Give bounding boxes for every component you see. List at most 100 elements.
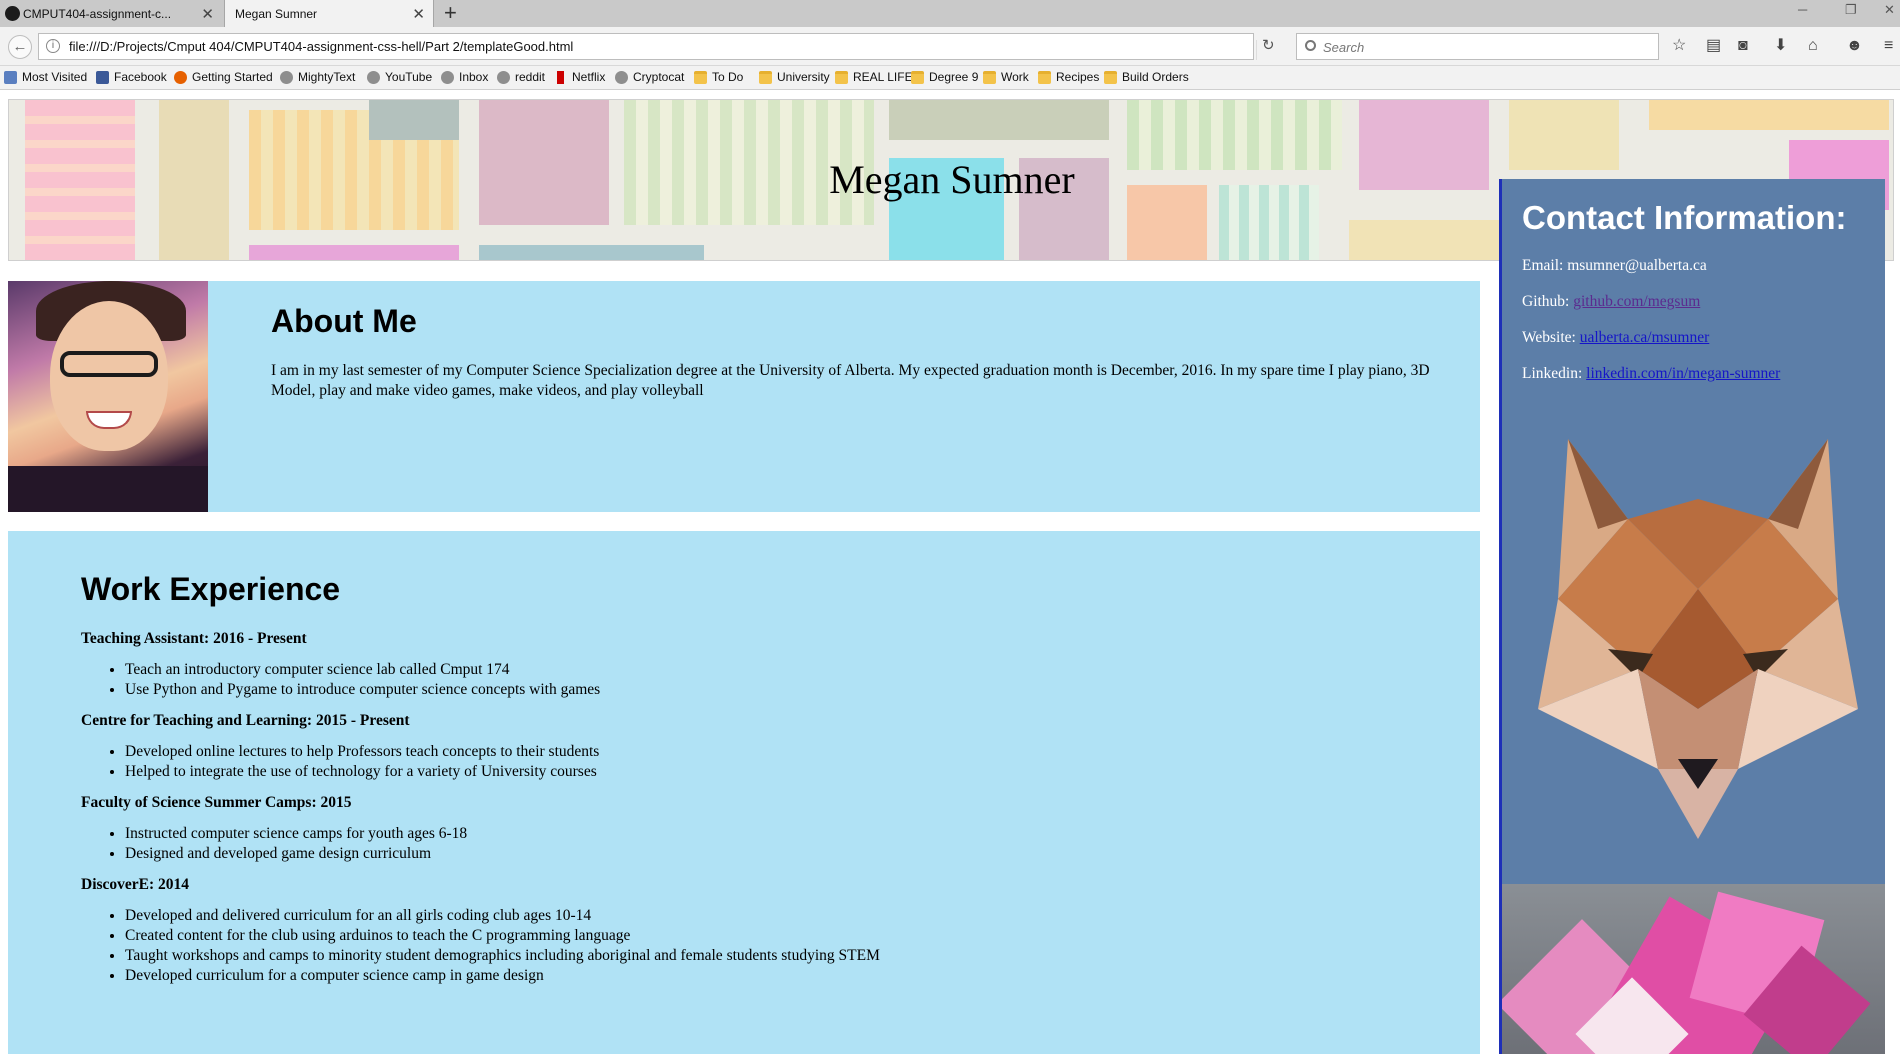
- contact-sidebar: Contact Information: Email: msumner@ualb…: [1499, 179, 1885, 1054]
- new-tab-icon[interactable]: +: [444, 1, 457, 25]
- job-duty: Designed and developed game design curri…: [125, 844, 1381, 864]
- bookmark-label: Recipes: [1056, 70, 1100, 84]
- github-link[interactable]: github.com/megsum: [1573, 293, 1700, 310]
- tab-strip: CMPUT404-assignment-c... ✕ Megan Sumner …: [0, 0, 1900, 27]
- banner-decor: [369, 100, 459, 140]
- website-link[interactable]: ualberta.ca/msumner: [1580, 329, 1710, 346]
- job-list: Teaching Assistant: 2016 - Present Teach…: [81, 629, 1381, 997]
- close-window-icon[interactable]: ✕: [1884, 2, 1895, 18]
- menu-icon[interactable]: ≡: [1884, 37, 1893, 55]
- bookmark-label: MightyText: [298, 70, 356, 84]
- globe-icon: [367, 70, 380, 84]
- bookmark-most-visited[interactable]: Most Visited: [4, 70, 87, 84]
- job-entry: DiscoverE: 2014 Developed and delivered …: [81, 875, 1381, 986]
- bookmark-label: REAL LIFE: [853, 70, 913, 84]
- bookmark-build-orders[interactable]: Build Orders: [1104, 70, 1189, 84]
- tab-github[interactable]: CMPUT404-assignment-c... ✕: [0, 0, 222, 27]
- bookmark-youtube[interactable]: YouTube: [367, 70, 432, 84]
- bookmark-label: YouTube: [385, 70, 433, 84]
- reload-icon[interactable]: ↻: [1262, 36, 1275, 54]
- bookmark-to-do[interactable]: To Do: [694, 70, 743, 84]
- banner-decor: [889, 100, 1109, 140]
- folder-icon: [1038, 70, 1051, 84]
- folder-icon: [983, 70, 996, 84]
- folder-icon: [694, 70, 707, 84]
- linkedin-link[interactable]: linkedin.com/in/megan-sumner: [1586, 365, 1780, 382]
- bookmark-star-icon[interactable]: ☆: [1672, 37, 1686, 55]
- bookmark-label: To Do: [712, 70, 744, 84]
- bookmark-getting-started[interactable]: Getting Started: [174, 70, 273, 84]
- job-duty: Developed and delivered curriculum for a…: [125, 906, 1381, 926]
- job-duty: Use Python and Pygame to introduce compu…: [125, 680, 1381, 700]
- minimize-icon[interactable]: ─: [1798, 2, 1807, 17]
- info-icon[interactable]: i: [46, 39, 60, 53]
- bookmarks-bar: Most Visited Facebook Getting Started Mi…: [0, 66, 1900, 90]
- website-label: Website:: [1522, 329, 1576, 346]
- github-label: Github:: [1522, 293, 1570, 310]
- close-tab-icon[interactable]: ✕: [412, 5, 425, 23]
- bookmark-label: Degree 9: [929, 70, 979, 84]
- restore-icon[interactable]: ❐: [1845, 2, 1857, 18]
- job-title: Faculty of Science Summer Camps: 2015: [81, 794, 352, 811]
- job-duty: Developed curriculum for a computer scie…: [125, 966, 1381, 986]
- job-duty: Created content for the club using ardui…: [125, 926, 1381, 946]
- bookmark-facebook[interactable]: Facebook: [96, 70, 167, 84]
- bookmark-label: Getting Started: [192, 70, 273, 84]
- bookmark-inbox[interactable]: Inbox: [441, 70, 488, 84]
- email-value: msumner@ualberta.ca: [1567, 257, 1707, 274]
- about-heading: About Me: [271, 303, 417, 339]
- about-text: I am in my last semester of my Computer …: [271, 362, 1430, 399]
- job-title: Centre for Teaching and Learning: 2015 -…: [81, 712, 410, 729]
- back-icon[interactable]: ←: [8, 35, 32, 59]
- job-entry: Teaching Assistant: 2016 - Present Teach…: [81, 629, 1381, 700]
- banner-decor: [249, 245, 459, 260]
- folder-icon: [1104, 70, 1117, 84]
- close-tab-icon[interactable]: ✕: [201, 5, 214, 23]
- photo-shirt: [8, 466, 208, 512]
- folder-icon: [911, 70, 924, 84]
- globe-icon: [497, 70, 510, 84]
- globe-icon: [615, 70, 628, 84]
- job-duties: Developed and delivered curriculum for a…: [125, 906, 1381, 986]
- pocket-icon[interactable]: ◙: [1738, 37, 1748, 55]
- bookmark-label: Most Visited: [22, 70, 88, 84]
- job-duty: Teach an introductory computer science l…: [125, 660, 1381, 680]
- bookmark-mightytext[interactable]: MightyText: [280, 70, 355, 84]
- netflix-icon: [557, 70, 564, 84]
- chat-icon[interactable]: ☻: [1846, 37, 1863, 55]
- search-input[interactable]: Search: [1296, 33, 1659, 60]
- folder-icon: [759, 70, 772, 84]
- bookmark-label: Netflix: [572, 70, 606, 84]
- tab-title: Megan Sumner: [235, 6, 318, 21]
- bookmark-label: Inbox: [459, 70, 489, 84]
- contact-email: Email: msumner@ualberta.ca: [1522, 257, 1707, 275]
- banner-decor: [479, 245, 704, 260]
- url-text[interactable]: file:///D:/Projects/Cmput 404/CMPUT404-a…: [69, 39, 573, 54]
- most-visited-icon: [4, 70, 17, 84]
- banner-decor: [1349, 220, 1499, 260]
- job-entry: Centre for Teaching and Learning: 2015 -…: [81, 711, 1381, 782]
- bookmark-recipes[interactable]: Recipes: [1038, 70, 1099, 84]
- bookmark-work[interactable]: Work: [983, 70, 1029, 84]
- about-section: About Me I am in my last semester of my …: [8, 281, 1480, 512]
- bookmark-cryptocat[interactable]: Cryptocat: [615, 70, 684, 84]
- job-duty: Developed online lectures to help Profes…: [125, 742, 1381, 762]
- contact-heading: Contact Information:: [1522, 199, 1847, 236]
- bookmark-reddit[interactable]: reddit: [497, 70, 545, 84]
- firefox-icon: [174, 70, 187, 84]
- bookmark-netflix[interactable]: Netflix: [554, 70, 605, 84]
- bookmark-real-life[interactable]: REAL LIFE: [835, 70, 913, 84]
- bookmark-university[interactable]: University: [759, 70, 830, 84]
- url-bar[interactable]: i file:///D:/Projects/Cmput 404/CMPUT404…: [38, 33, 1257, 60]
- bookmark-degree-9[interactable]: Degree 9: [911, 70, 978, 84]
- home-icon[interactable]: ⌂: [1808, 37, 1818, 55]
- job-entry: Faculty of Science Summer Camps: 2015 In…: [81, 793, 1381, 864]
- bookmark-label: Cryptocat: [633, 70, 685, 84]
- download-icon[interactable]: ⬇: [1774, 37, 1787, 55]
- reading-list-icon[interactable]: ▤: [1706, 37, 1721, 55]
- work-experience-section: Work Experience Teaching Assistant: 2016…: [8, 531, 1480, 1054]
- url-divider: [1256, 40, 1257, 60]
- job-title: Teaching Assistant: 2016 - Present: [81, 630, 307, 647]
- tab-megan-sumner[interactable]: Megan Sumner ✕: [224, 0, 434, 27]
- bookmark-label: Work: [1001, 70, 1029, 84]
